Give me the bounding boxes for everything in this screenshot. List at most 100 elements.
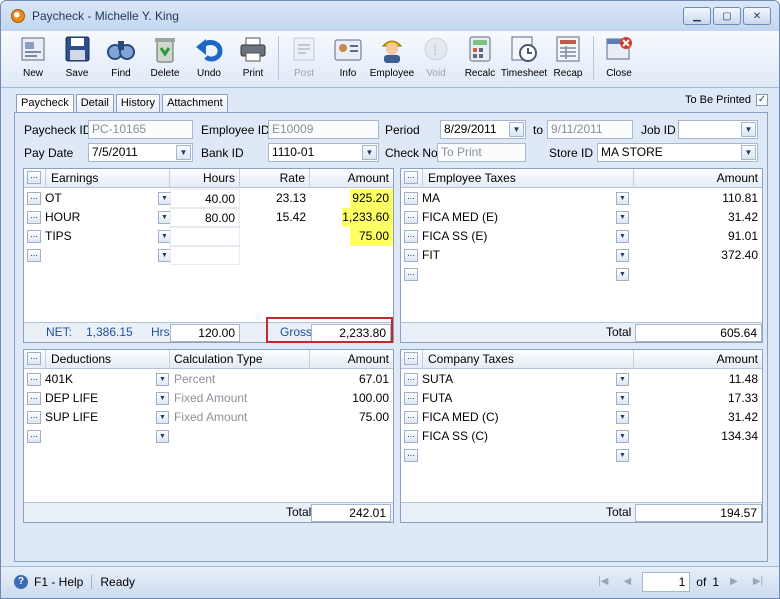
deductions-amount-cell: 67.01 <box>358 372 389 386</box>
table-row[interactable]: ... ▼ <box>401 265 762 284</box>
row-ellipsis-icon[interactable]: ... <box>404 392 418 405</box>
job-id-field[interactable]: ▼ <box>678 120 758 139</box>
ellipsis-icon[interactable]: ... <box>27 352 41 365</box>
row-ellipsis-icon[interactable]: ... <box>404 449 418 462</box>
row-ellipsis-icon[interactable]: ... <box>27 373 41 386</box>
row-dropdown-icon[interactable]: ▼ <box>616 373 629 386</box>
table-row[interactable]: ... ▼ FICA MED (C) 31.42 <box>401 408 762 427</box>
deductions-calc-cell: Percent <box>174 372 216 386</box>
row-dropdown-icon[interactable]: ▼ <box>616 249 629 262</box>
minimize-button[interactable]: ▁ <box>683 7 711 25</box>
bank-id-field[interactable]: 1110-01 ▼ <box>268 143 379 162</box>
page-number-input[interactable]: 1 <box>642 572 691 592</box>
row-dropdown-icon[interactable]: ▼ <box>156 373 169 386</box>
row-dropdown-icon[interactable]: ▼ <box>616 192 629 205</box>
table-row[interactable]: ... ▼ <box>24 427 393 446</box>
store-id-field[interactable]: MA STORE ▼ <box>597 143 758 162</box>
table-row[interactable]: ... ▼ FIT 372.40 <box>401 246 762 265</box>
row-ellipsis-icon[interactable]: ... <box>27 230 41 243</box>
table-row[interactable]: ... ▼ TIPS 75.00 <box>24 227 393 246</box>
row-dropdown-icon[interactable]: ▼ <box>156 392 169 405</box>
next-record-icon[interactable]: ▶ <box>725 573 743 591</box>
ellipsis-icon[interactable]: ... <box>404 352 418 365</box>
row-ellipsis-icon[interactable]: ... <box>27 430 41 443</box>
status-bar: ? F1 - Help Ready |◀ ◀ 1 of 1 ▶ ▶| <box>1 566 779 598</box>
pay-date-label: Pay Date <box>24 146 74 160</box>
row-dropdown-icon[interactable]: ▼ <box>616 449 629 462</box>
ellipsis-icon[interactable]: ... <box>404 171 418 184</box>
row-ellipsis-icon[interactable]: ... <box>404 192 418 205</box>
print-button[interactable]: Print <box>231 31 275 85</box>
table-row[interactable]: ... ▼ 401K Percent 67.01 <box>24 370 393 389</box>
period-from-field[interactable]: 8/29/2011 ▼ <box>440 120 526 139</box>
recap-button[interactable]: Recap <box>546 31 590 85</box>
save-button[interactable]: Save <box>55 31 99 85</box>
table-row[interactable]: ... ▼ <box>24 246 393 265</box>
to-be-printed-checkbox[interactable]: ✓ <box>756 94 769 106</box>
table-row[interactable]: ... ▼ OT 40.00 23.13 925.20 <box>24 189 393 208</box>
row-dropdown-icon[interactable]: ▼ <box>616 211 629 224</box>
row-dropdown-icon[interactable]: ▼ <box>156 411 169 424</box>
row-ellipsis-icon[interactable]: ... <box>404 230 418 243</box>
row-ellipsis-icon[interactable]: ... <box>404 268 418 281</box>
tab-history[interactable]: History <box>115 94 161 112</box>
employee-button[interactable]: Employee <box>370 31 414 85</box>
row-ellipsis-icon[interactable]: ... <box>404 430 418 443</box>
table-row[interactable]: ... ▼ DEP LIFE Fixed Amount 100.00 <box>24 389 393 408</box>
row-dropdown-icon[interactable]: ▼ <box>156 430 169 443</box>
period-to-field[interactable]: 9/11/2011 <box>547 120 633 139</box>
find-button[interactable]: Find <box>99 31 143 85</box>
store-id-dropdown-icon[interactable]: ▼ <box>741 145 756 160</box>
table-row[interactable]: ... ▼ FUTA 17.33 <box>401 389 762 408</box>
previous-record-icon[interactable]: ◀ <box>618 573 636 591</box>
table-row[interactable]: ... ▼ MA 110.81 <box>401 189 762 208</box>
help-area[interactable]: ? F1 - Help Ready <box>14 575 135 589</box>
row-ellipsis-icon[interactable]: ... <box>404 249 418 262</box>
table-row[interactable]: ... ▼ FICA SS (C) 134.34 <box>401 427 762 446</box>
check-no-field[interactable]: To Print <box>437 143 526 162</box>
row-ellipsis-icon[interactable]: ... <box>27 192 41 205</box>
bank-id-dropdown-icon[interactable]: ▼ <box>362 145 377 160</box>
row-ellipsis-icon[interactable]: ... <box>27 211 41 224</box>
row-ellipsis-icon[interactable]: ... <box>404 373 418 386</box>
paycheck-id-field[interactable]: PC-10165 <box>88 120 193 139</box>
maximize-button[interactable]: ▢ <box>713 7 741 25</box>
row-dropdown-icon[interactable]: ▼ <box>616 411 629 424</box>
row-ellipsis-icon[interactable]: ... <box>404 211 418 224</box>
new-button[interactable]: New <box>11 31 55 85</box>
period-label: Period <box>385 123 420 137</box>
row-ellipsis-icon[interactable]: ... <box>27 392 41 405</box>
last-record-icon[interactable]: ▶| <box>749 573 767 591</box>
row-dropdown-icon[interactable]: ▼ <box>616 268 629 281</box>
row-dropdown-icon[interactable]: ▼ <box>616 230 629 243</box>
row-ellipsis-icon[interactable]: ... <box>27 249 41 262</box>
undo-button[interactable]: Undo <box>187 31 231 85</box>
row-ellipsis-icon[interactable]: ... <box>27 411 41 424</box>
table-row[interactable]: ... ▼ SUP LIFE Fixed Amount 75.00 <box>24 408 393 427</box>
table-row[interactable]: ... ▼ FICA MED (E) 31.42 <box>401 208 762 227</box>
calendar-dropdown-icon[interactable]: ▼ <box>509 122 524 137</box>
recalc-button[interactable]: Recalc <box>458 31 502 85</box>
table-row[interactable]: ... ▼ <box>401 446 762 465</box>
row-dropdown-icon[interactable]: ▼ <box>616 430 629 443</box>
row-dropdown-icon[interactable]: ▼ <box>616 392 629 405</box>
row-ellipsis-icon[interactable]: ... <box>404 411 418 424</box>
timesheet-button[interactable]: Timesheet <box>501 31 547 85</box>
first-record-icon[interactable]: |◀ <box>594 573 612 591</box>
window-close-button[interactable]: ✕ <box>743 7 771 25</box>
pay-date-dropdown-icon[interactable]: ▼ <box>176 145 191 160</box>
table-row[interactable]: ... ▼ HOUR 80.00 15.42 1,233.60 <box>24 208 393 227</box>
tab-attachment[interactable]: Attachment <box>162 94 228 112</box>
table-row[interactable]: ... ▼ FICA SS (E) 91.01 <box>401 227 762 246</box>
info-button[interactable]: Info <box>326 31 370 85</box>
ellipsis-icon[interactable]: ... <box>27 171 41 184</box>
table-row[interactable]: ... ▼ SUTA 11.48 <box>401 370 762 389</box>
pay-date-field[interactable]: 7/5/2011 ▼ <box>88 143 193 162</box>
earnings-header-ellipsis: ... <box>24 169 46 188</box>
employee-id-field[interactable]: E10009 <box>268 120 379 139</box>
job-id-dropdown-icon[interactable]: ▼ <box>741 122 756 137</box>
tab-paycheck[interactable]: Paycheck <box>16 94 74 113</box>
close-button[interactable]: Close <box>597 31 641 85</box>
delete-button[interactable]: Delete <box>143 31 187 85</box>
tab-detail[interactable]: Detail <box>75 94 114 112</box>
